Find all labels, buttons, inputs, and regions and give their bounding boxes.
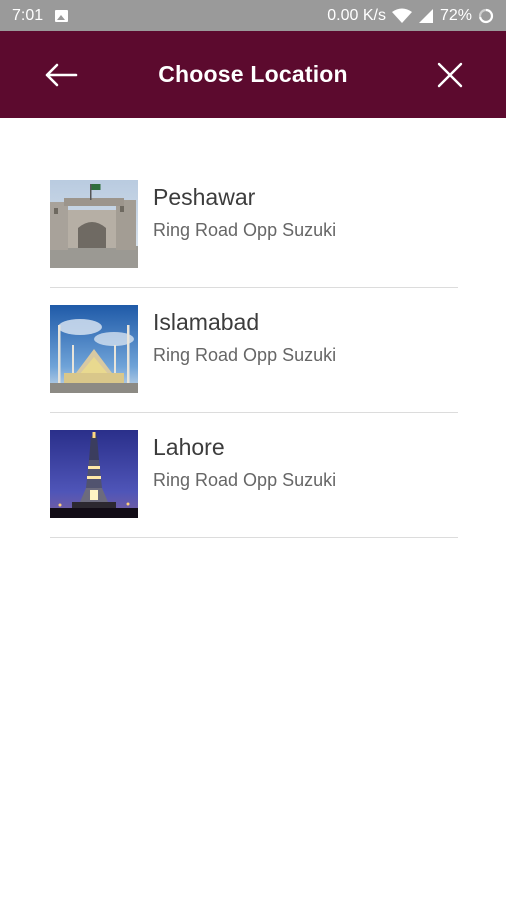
status-bar: 7:01 0.00 K/s 72%	[0, 0, 506, 31]
app-bar: Choose Location	[0, 31, 506, 118]
city-name: Islamabad	[153, 309, 260, 335]
network-speed: 0.00 K/s	[327, 6, 386, 24]
close-icon	[437, 62, 463, 88]
location-item-islamabad[interactable]: Islamabad Ring Road Opp Suzuki	[50, 288, 458, 413]
city-name: Peshawar	[153, 184, 256, 210]
signal-icon	[418, 8, 433, 23]
status-right: 0.00 K/s 72%	[327, 7, 494, 25]
battery-ring-icon	[478, 8, 494, 23]
address-text: Ring Road Opp Suzuki	[153, 470, 337, 490]
wifi-icon	[391, 8, 412, 23]
lahore-minar-image	[50, 430, 138, 518]
image-notification-icon	[55, 9, 69, 22]
arrow-back-icon	[45, 63, 78, 87]
location-item-lahore[interactable]: Lahore Ring Road Opp Suzuki	[50, 413, 458, 538]
battery-level: 72%	[439, 6, 472, 24]
status-time: 7:01	[12, 6, 44, 24]
islamabad-mosque-image	[50, 305, 138, 393]
address-text: Ring Road Opp Suzuki	[153, 220, 337, 240]
peshawar-gate-image	[50, 180, 138, 268]
close-button[interactable]	[432, 57, 468, 93]
city-name: Lahore	[153, 434, 225, 460]
address-text: Ring Road Opp Suzuki	[153, 345, 337, 365]
back-button[interactable]	[42, 57, 80, 93]
status-left: 7:01	[12, 6, 69, 25]
location-item-peshawar[interactable]: Peshawar Ring Road Opp Suzuki	[50, 163, 458, 288]
